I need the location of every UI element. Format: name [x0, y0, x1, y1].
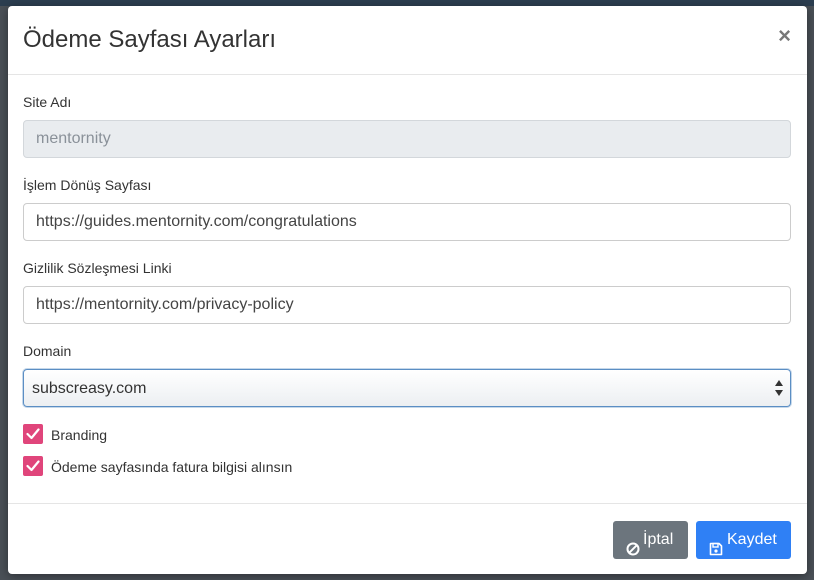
site-name-label: Site Adı — [23, 94, 72, 110]
billing-info-checkbox[interactable] — [23, 456, 43, 476]
modal-footer: İptal Kaydet — [8, 503, 807, 574]
branding-checkbox[interactable] — [23, 424, 43, 444]
return-page-input[interactable] — [23, 203, 791, 241]
privacy-link-input[interactable] — [23, 286, 791, 324]
domain-select[interactable]: subscreasy.com — [23, 369, 791, 407]
domain-label: Domain — [23, 343, 72, 359]
cancel-button[interactable]: İptal — [613, 521, 688, 559]
domain-selected-value: subscreasy.com — [32, 380, 147, 397]
save-button[interactable]: Kaydet — [696, 521, 791, 559]
branding-label: Branding — [51, 427, 108, 443]
return-page-label: İşlem Dönüş Sayfası — [23, 177, 152, 193]
close-icon[interactable]: × — [778, 24, 791, 48]
ban-icon — [626, 533, 640, 571]
billing-info-label: Ödeme sayfasında fatura bilgisi alınsın — [51, 459, 293, 475]
privacy-link-label: Gizlilik Sözleşmesi Linki — [23, 260, 172, 276]
modal-header: Ödeme Sayfası Ayarları × — [8, 6, 807, 75]
floppy-disk-icon — [709, 533, 723, 571]
payment-page-settings-modal: Ödeme Sayfası Ayarları × Site Adı İşlem … — [8, 6, 807, 574]
select-arrows-icon — [774, 378, 784, 398]
modal-title: Ödeme Sayfası Ayarları — [23, 26, 277, 53]
site-name-input[interactable] — [23, 120, 791, 158]
checkmark-icon — [26, 460, 40, 472]
cancel-button-label: İptal — [643, 531, 674, 548]
checkmark-icon — [26, 428, 40, 440]
save-button-label: Kaydet — [727, 531, 777, 548]
